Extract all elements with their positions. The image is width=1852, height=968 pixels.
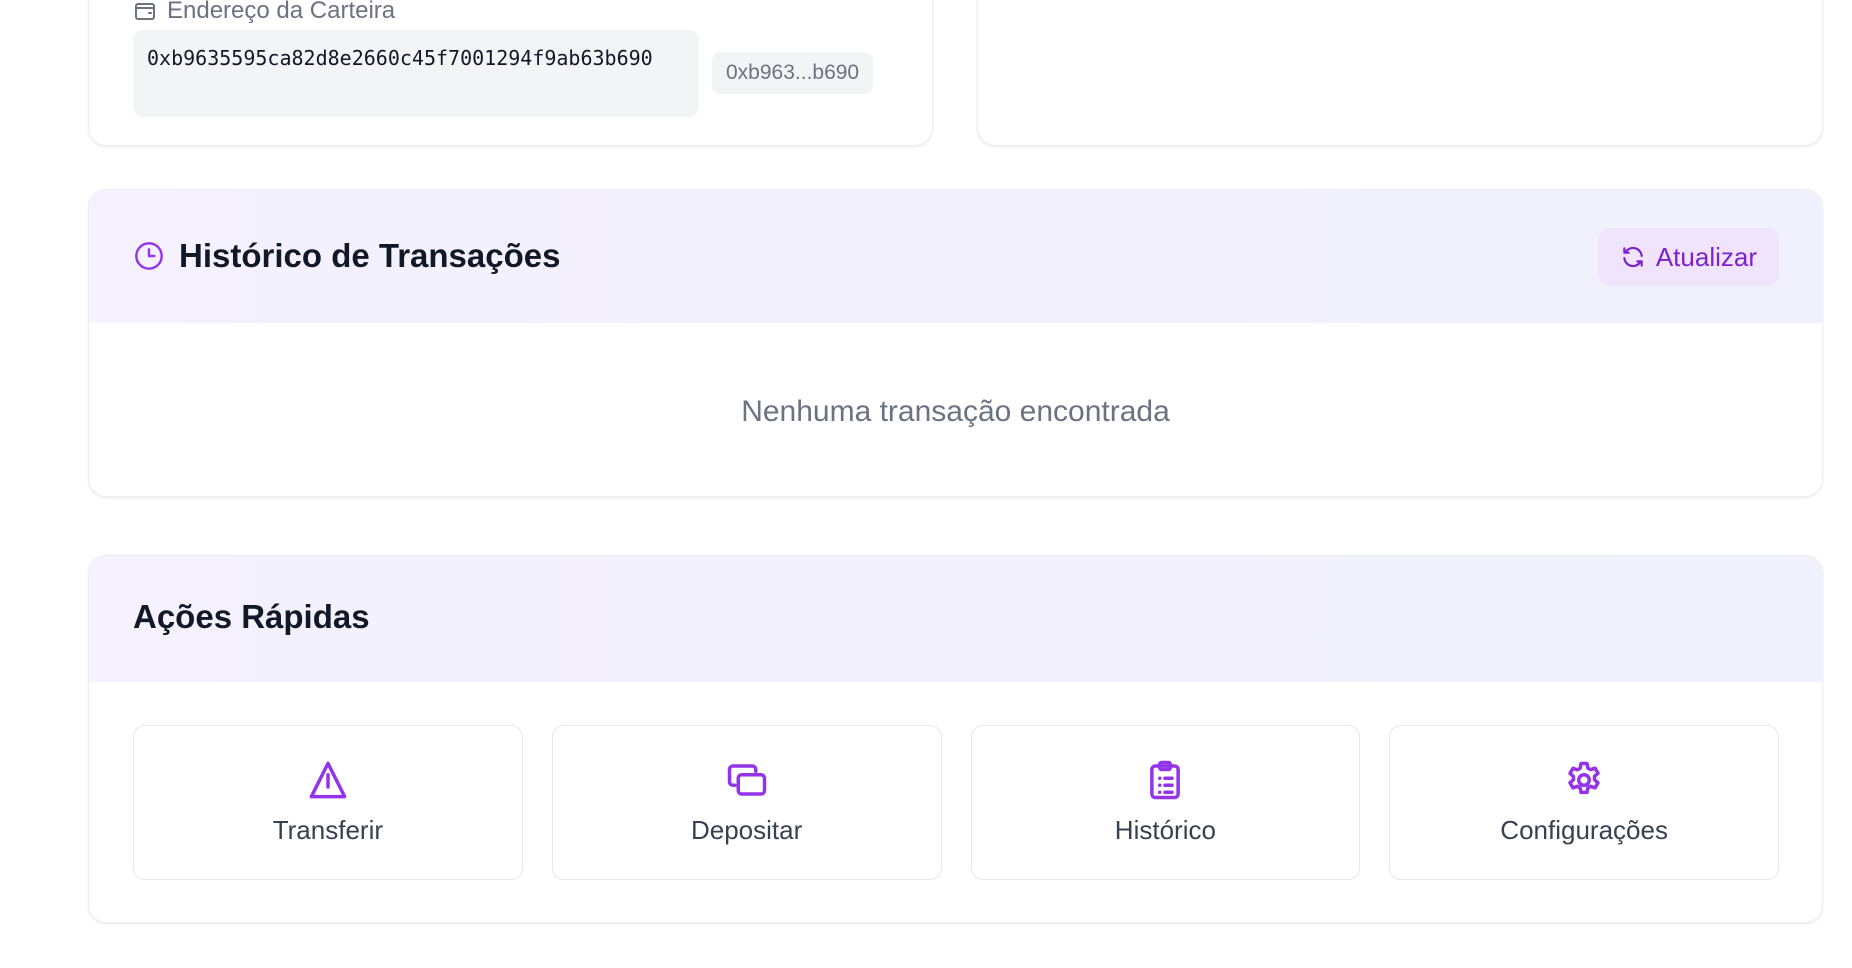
deposit-label: Depositar	[690, 815, 803, 845]
transaction-history-title-text: Histórico de Transações	[179, 237, 561, 274]
refresh-icon	[1623, 246, 1643, 268]
wallet-address-full[interactable]: 0xb9635595ca82d8e2660c45f7001294f9ab63b6…	[133, 30, 699, 117]
wallet-card: Endereço da Carteira 0xb9635595ca82d8e26…	[88, 0, 933, 146]
refresh-button[interactable]: Atualizar	[1597, 228, 1779, 286]
quick-actions-header: Ações Rápidas	[89, 556, 1822, 682]
side-card	[977, 0, 1823, 146]
clipboard-icon	[1150, 760, 1181, 800]
gear-icon	[1568, 761, 1600, 795]
refresh-button-label: Atualizar	[1655, 241, 1757, 272]
transfer-button[interactable]: Transferir	[133, 725, 523, 880]
wallet-icon	[135, 3, 155, 20]
wallet-address-short-badge: 0xb963...b690	[712, 52, 874, 94]
history-button[interactable]: Histórico	[970, 725, 1361, 880]
wallet-address-label-text: Endereço da Carteira	[167, 0, 396, 24]
quick-actions-title: Ações Rápidas	[133, 598, 370, 635]
cards-icon	[727, 764, 766, 796]
clock-icon	[135, 242, 163, 270]
transaction-history-header: Histórico de Transações Atualizar	[89, 190, 1822, 323]
settings-label: Configurações	[1500, 815, 1668, 845]
deposit-button[interactable]: Depositar	[551, 725, 942, 880]
transfer-label: Transferir	[272, 815, 384, 845]
transaction-history-title: Histórico de Transações	[133, 237, 560, 275]
quick-actions-card: Ações Rápidas Transferir Depositar Histó…	[88, 555, 1823, 923]
empty-transactions-message: Nenhuma transação encontrada	[741, 395, 1170, 428]
settings-button[interactable]: Configurações	[1389, 725, 1779, 880]
quick-actions-grid: Transferir Depositar Histórico Configura…	[133, 725, 1779, 880]
send-icon	[309, 761, 347, 799]
history-label: Histórico	[1114, 815, 1216, 845]
transaction-history-card: Histórico de Transações Atualizar Nenhum…	[88, 189, 1823, 497]
wallet-address-label: Endereço da Carteira	[133, 0, 395, 25]
